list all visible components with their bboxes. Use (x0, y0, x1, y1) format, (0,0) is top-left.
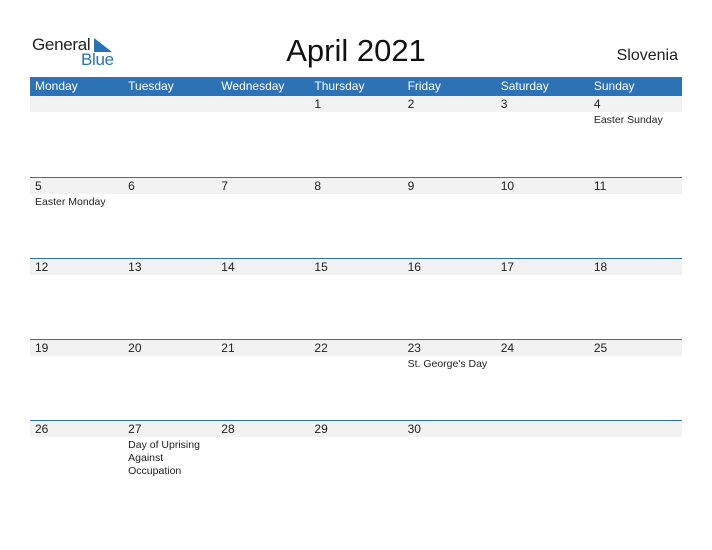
day-number-row: 12 13 14 15 16 17 18 (30, 259, 682, 275)
day-number: 10 (500, 179, 515, 193)
day-number: 28 (221, 422, 235, 436)
holiday-label (403, 194, 496, 209)
day-number: 18 (593, 260, 608, 274)
day-number: 27 (128, 422, 142, 436)
holiday-label (216, 356, 309, 371)
holiday-label (30, 275, 123, 277)
day-number: 23 (407, 341, 421, 355)
day-number: 30 (407, 422, 421, 436)
holiday-label (123, 275, 216, 277)
event-row (30, 275, 682, 277)
holiday-label (309, 112, 402, 127)
holiday-label (30, 112, 123, 127)
day-number: 21 (221, 341, 235, 355)
day-number: 2 (407, 97, 415, 111)
holiday-label (589, 194, 682, 209)
holiday-label (589, 275, 682, 277)
day-number: 9 (407, 179, 415, 193)
event-row: St. George's Day (30, 356, 682, 371)
holiday-label: St. George's Day (407, 358, 488, 370)
day-number: 15 (314, 260, 328, 274)
day-number (123, 96, 216, 112)
day-number: 3 (500, 97, 508, 111)
holiday-label: Easter Monday (35, 196, 106, 208)
holiday-label (216, 437, 309, 478)
holiday-label (496, 275, 589, 277)
week-row: 5 6 7 8 9 10 11 Easter Monday (30, 177, 682, 258)
weekday-header-row: Monday Tuesday Wednesday Thursday Friday… (30, 77, 682, 96)
day-number: 14 (221, 260, 235, 274)
day-number: 4 (593, 97, 601, 111)
day-number-row: 1 2 3 4 (30, 96, 682, 112)
holiday-label (496, 437, 589, 478)
holiday-label (216, 112, 309, 127)
weekday-header: Saturday (500, 79, 549, 93)
holiday-label (309, 194, 402, 209)
holiday-label (123, 194, 216, 209)
day-number: 20 (128, 341, 142, 355)
day-number: 24 (500, 341, 515, 355)
holiday-label (216, 275, 309, 277)
weekday-header: Sunday (593, 79, 635, 93)
day-number-row: 19 20 21 22 23 24 25 (30, 340, 682, 356)
holiday-label (589, 356, 682, 371)
holiday-label (496, 356, 589, 371)
day-number: 22 (314, 341, 328, 355)
holiday-label (309, 437, 402, 478)
day-number: 17 (500, 260, 515, 274)
day-number (216, 96, 309, 112)
day-number: 12 (35, 260, 49, 274)
day-number: 1 (314, 97, 322, 111)
holiday-label (30, 437, 123, 478)
holiday-label (403, 112, 496, 127)
holiday-label (496, 194, 589, 209)
day-number: 29 (314, 422, 328, 436)
week-row: 1 2 3 4 Easter Sunday (30, 96, 682, 177)
holiday-label (496, 112, 589, 127)
holiday-label (309, 356, 402, 371)
week-row: 19 20 21 22 23 24 25 St. George's Day (30, 339, 682, 420)
holiday-label (403, 437, 496, 478)
weekday-header: Monday (35, 79, 78, 93)
holiday-label (309, 275, 402, 277)
day-number: 6 (128, 179, 135, 193)
event-row: Easter Monday (30, 194, 682, 209)
holiday-label: Day of Uprising Against Occupation (128, 439, 200, 477)
week-row: 26 27 28 29 30 Day of Uprising Against Occupa… (30, 420, 682, 501)
day-number: 16 (407, 260, 421, 274)
country-label: Slovenia (616, 47, 678, 64)
event-row: Day of Uprising Against Occupation (30, 437, 682, 478)
holiday-label (589, 437, 682, 478)
day-number: 25 (593, 341, 608, 355)
holiday-label (403, 275, 496, 277)
calendar-grid: Monday Tuesday Wednesday Thursday Friday… (30, 77, 682, 501)
day-number-row: 26 27 28 29 30 (30, 421, 682, 437)
day-number (589, 421, 682, 437)
calendar-title: April 2021 (286, 33, 426, 68)
day-number (496, 421, 589, 437)
day-number: 13 (128, 260, 142, 274)
day-number: 26 (35, 422, 49, 436)
day-number: 8 (314, 179, 322, 193)
weekday-header: Thursday (314, 79, 365, 93)
day-number: 7 (221, 179, 228, 193)
holiday-label (30, 356, 123, 371)
week-row: 12 13 14 15 16 17 18 (30, 258, 682, 339)
day-number (30, 96, 123, 112)
holiday-label (123, 112, 216, 127)
day-number: 5 (35, 179, 42, 193)
day-number: 19 (35, 341, 49, 355)
holiday-label (216, 194, 309, 209)
weekday-header: Tuesday (128, 79, 174, 93)
holiday-label: Easter Sunday (593, 114, 663, 126)
holiday-label (123, 356, 216, 371)
day-number-row: 5 6 7 8 9 10 11 (30, 178, 682, 194)
weekday-header: Wednesday (221, 79, 285, 93)
weekday-header: Friday (407, 79, 441, 93)
event-row: Easter Sunday (30, 112, 682, 127)
day-number: 11 (593, 179, 607, 193)
